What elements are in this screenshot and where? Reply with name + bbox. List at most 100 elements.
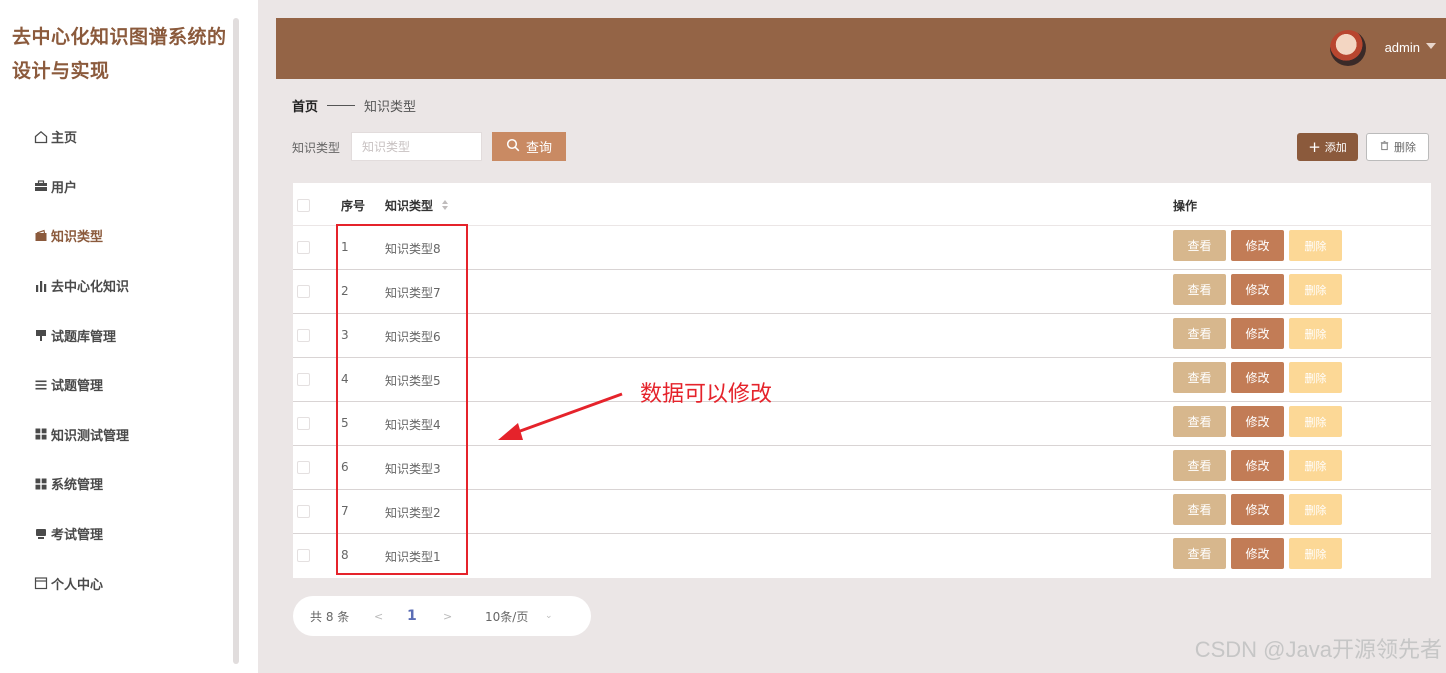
sidebar-item-profile[interactable]: 个人中心 [33, 558, 223, 608]
edit-button[interactable]: 修改 [1231, 362, 1284, 393]
sidebar-item-label: 考试管理 [51, 528, 104, 544]
main-content: admin 首页 知识类型 知识类型 查询 + 添加 删除 序号 知识类型 操作… [258, 0, 1446, 673]
row-actions: 查看 修改 删除 [1173, 538, 1342, 569]
view-button[interactable]: 查看 [1173, 274, 1226, 305]
row-type: 知识类型2 [385, 506, 441, 520]
table-row: 5 知识类型4 查看 修改 删除 [293, 402, 1431, 446]
table-row: 4 知识类型5 查看 修改 删除 [293, 358, 1431, 402]
monitor-icon [33, 526, 49, 542]
delete-button[interactable]: 删除 [1289, 274, 1342, 305]
sidebar-item-label: 知识类型 [51, 230, 104, 246]
column-header-actions: 操作 [1173, 199, 1198, 213]
table-header: 序号 知识类型 操作 [293, 183, 1431, 226]
sidebar-item-decentralized-knowledge[interactable]: 去中心化知识 [33, 261, 223, 311]
sidebar-item-knowledge-test[interactable]: 知识测试管理 [33, 410, 223, 460]
row-actions: 查看 修改 删除 [1173, 450, 1342, 481]
row-index: 6 [341, 460, 349, 474]
breadcrumb-home[interactable]: 首页 [292, 96, 318, 115]
view-button[interactable]: 查看 [1173, 406, 1226, 437]
row-checkbox[interactable] [297, 417, 310, 430]
edit-button[interactable]: 修改 [1231, 494, 1284, 525]
breadcrumb-separator [327, 105, 356, 106]
row-index: 7 [341, 504, 349, 518]
view-button[interactable]: 查看 [1173, 450, 1226, 481]
username[interactable]: admin [1385, 40, 1420, 55]
table-body: 1 知识类型8 查看 修改 删除 2 知识类型7 查看 修改 删除 3 知识类型6 查看 修改 删除 4 知识类… [293, 226, 1431, 578]
sidebar-item-question-bank[interactable]: 试题库管理 [33, 310, 223, 360]
list-icon [33, 377, 49, 393]
row-actions: 查看 修改 删除 [1173, 230, 1342, 261]
pushpin-icon [33, 327, 49, 343]
grid-icon [33, 476, 49, 492]
row-index: 1 [341, 240, 349, 254]
edit-button[interactable]: 修改 [1231, 230, 1284, 261]
delete-button[interactable]: 删除 [1289, 538, 1342, 569]
row-checkbox[interactable] [297, 461, 310, 474]
page-size-select[interactable]: 10条/页 [485, 608, 528, 625]
edit-button[interactable]: 修改 [1231, 274, 1284, 305]
delete-button[interactable]: 删除 [1289, 230, 1342, 261]
caret-down-icon[interactable] [1426, 43, 1436, 49]
delete-button[interactable]: 删除 [1289, 450, 1342, 481]
row-actions: 查看 修改 删除 [1173, 494, 1342, 525]
sidebar-scrollbar[interactable] [233, 18, 239, 664]
home-icon [33, 129, 49, 145]
row-index: 4 [341, 372, 349, 386]
sidebar-item-system[interactable]: 系统管理 [33, 459, 223, 509]
row-index: 2 [341, 284, 349, 298]
row-index: 8 [341, 548, 349, 562]
table-row: 2 知识类型7 查看 修改 删除 [293, 270, 1431, 314]
row-checkbox[interactable] [297, 373, 310, 386]
edit-button[interactable]: 修改 [1231, 538, 1284, 569]
edit-button[interactable]: 修改 [1231, 406, 1284, 437]
add-button[interactable]: + 添加 [1297, 133, 1358, 161]
pagination-next-button[interactable]: > [443, 610, 452, 623]
view-button[interactable]: 查看 [1173, 538, 1226, 569]
sidebar-item-knowledge-type[interactable]: 知识类型 [33, 211, 223, 261]
row-type: 知识类型3 [385, 462, 441, 476]
view-button[interactable]: 查看 [1173, 230, 1226, 261]
column-header-type[interactable]: 知识类型 [385, 197, 449, 214]
row-actions: 查看 修改 删除 [1173, 406, 1342, 437]
delete-button[interactable]: 删除 [1289, 362, 1342, 393]
view-button[interactable]: 查看 [1173, 362, 1226, 393]
edit-button[interactable]: 修改 [1231, 318, 1284, 349]
top-bar: admin [276, 18, 1446, 79]
search-button[interactable]: 查询 [492, 132, 566, 161]
chevron-down-icon[interactable]: ⌄ [545, 611, 553, 621]
row-checkbox[interactable] [297, 505, 310, 518]
row-checkbox[interactable] [297, 241, 310, 254]
row-checkbox[interactable] [297, 549, 310, 562]
sidebar-item-label: 试题库管理 [51, 329, 117, 345]
delete-button[interactable]: 删除 [1289, 494, 1342, 525]
pagination-page-1[interactable]: 1 [407, 608, 417, 624]
pagination-prev-button[interactable]: < [374, 610, 383, 623]
plus-icon: + [1308, 137, 1321, 156]
view-button[interactable]: 查看 [1173, 494, 1226, 525]
delete-button[interactable]: 删除 [1289, 406, 1342, 437]
view-button[interactable]: 查看 [1173, 318, 1226, 349]
row-actions: 查看 修改 删除 [1173, 274, 1342, 305]
sidebar-item-users[interactable]: 用户 [33, 162, 223, 212]
breadcrumb: 首页 知识类型 [292, 96, 416, 115]
select-all-checkbox[interactable] [297, 199, 310, 212]
search-button-label: 查询 [525, 141, 552, 156]
sidebar-item-label: 个人中心 [51, 577, 104, 593]
edit-button[interactable]: 修改 [1231, 450, 1284, 481]
sidebar-item-exam[interactable]: 考试管理 [33, 509, 223, 559]
search-input[interactable] [351, 132, 482, 161]
annotation-text: 数据可以修改 [640, 382, 773, 407]
sidebar-item-question-management[interactable]: 试题管理 [33, 360, 223, 410]
sort-icon[interactable] [441, 199, 449, 214]
row-actions: 查看 修改 删除 [1173, 362, 1342, 393]
column-header-index: 序号 [341, 199, 366, 213]
app-title: 去中心化知识图谱系统的设计与实现 [12, 26, 227, 82]
avatar[interactable] [1330, 30, 1366, 66]
row-checkbox[interactable] [297, 329, 310, 342]
delete-button[interactable]: 删除 [1289, 318, 1342, 349]
row-checkbox[interactable] [297, 285, 310, 298]
data-table: 序号 知识类型 操作 1 知识类型8 查看 修改 删除 2 知识类型7 查看 修改 删除 3 知识类型… [293, 183, 1431, 578]
bulk-delete-button[interactable]: 删除 [1366, 133, 1429, 161]
table-row: 1 知识类型8 查看 修改 删除 [293, 226, 1431, 270]
sidebar-item-home[interactable]: 主页 [33, 112, 223, 162]
